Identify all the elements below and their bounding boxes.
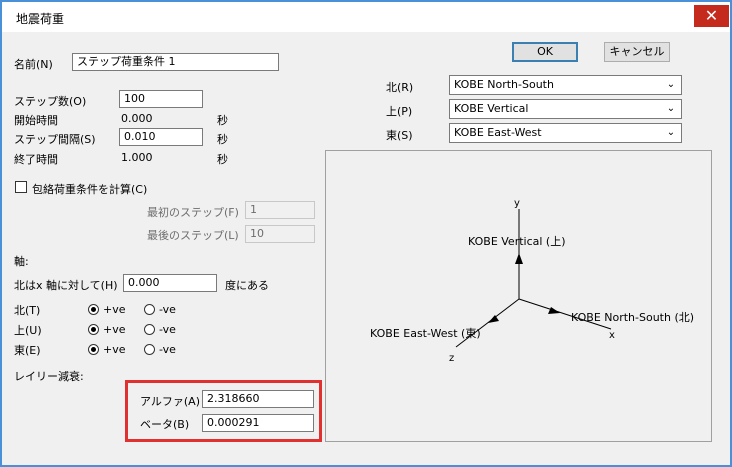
north-plus-radio[interactable]	[88, 304, 99, 315]
vertical-arrow-icon	[515, 253, 523, 264]
z-axis-label: z	[449, 353, 454, 364]
close-icon: ✕	[704, 6, 719, 25]
step-interval-unit: 秒	[217, 133, 228, 146]
up-plus-radio[interactable]	[88, 324, 99, 335]
dialog-body: OK キャンセル 名前(N) ステップ荷重条件 1 ステップ数(O) 100 開…	[2, 32, 730, 465]
ns-label: KOBE North-South (北)	[571, 311, 694, 324]
chevron-down-icon: ⌄	[666, 103, 676, 114]
north-angle-suffix: 度にある	[225, 279, 269, 292]
north-dir-value: KOBE North-South	[454, 78, 554, 91]
step-count-input[interactable]: 100	[119, 90, 203, 108]
north-angle-input[interactable]: 0.000	[123, 274, 217, 292]
north-dir-select[interactable]: KOBE North-South ⌄	[449, 75, 682, 95]
end-time-unit: 秒	[217, 153, 228, 166]
east-dir-select[interactable]: KOBE East-West ⌄	[449, 123, 682, 143]
north-minus-radio[interactable]	[144, 304, 155, 315]
up-sign-label: 上(U)	[14, 324, 42, 337]
rayleigh-heading: レイリー減衰:	[14, 370, 84, 383]
start-time-unit: 秒	[217, 114, 228, 127]
north-angle-label: 北はx 軸に対して(H)	[14, 279, 118, 292]
name-label: 名前(N)	[14, 58, 53, 71]
chevron-down-icon: ⌄	[666, 79, 676, 90]
start-time-value: 0.000	[121, 112, 153, 125]
east-plus-label[interactable]: +ve	[103, 343, 126, 356]
north-sign-label: 北(T)	[14, 304, 41, 317]
chevron-down-icon: ⌄	[666, 127, 676, 138]
x-axis-label: x	[609, 330, 615, 341]
highlight-box	[125, 380, 322, 442]
end-time-value: 1.000	[121, 151, 153, 164]
axis-preview-panel: y x z KOBE Vertical (上) KOBE North-South…	[325, 150, 712, 442]
ns-arrow-icon	[548, 307, 560, 314]
east-plus-radio[interactable]	[88, 344, 99, 355]
dialog-window: 地震荷重 ✕ OK キャンセル 名前(N) ステップ荷重条件 1 ステップ数(O…	[0, 0, 732, 467]
step-interval-label: ステップ間隔(S)	[14, 133, 96, 146]
name-input[interactable]: ステップ荷重条件 1	[72, 53, 279, 71]
up-minus-radio[interactable]	[144, 324, 155, 335]
y-axis-label: y	[514, 198, 520, 209]
envelope-label[interactable]: 包絡荷重条件を計算(C)	[32, 181, 147, 197]
ok-button[interactable]: OK	[512, 42, 578, 62]
up-minus-label[interactable]: -ve	[159, 323, 176, 336]
east-dir-label: 東(S)	[386, 129, 413, 142]
axis-heading: 軸:	[14, 255, 29, 268]
north-dir-label: 北(R)	[386, 81, 414, 94]
north-minus-label[interactable]: -ve	[159, 303, 176, 316]
ew-label: KOBE East-West (東)	[370, 327, 481, 340]
north-plus-label[interactable]: +ve	[103, 303, 126, 316]
up-dir-select[interactable]: KOBE Vertical ⌄	[449, 99, 682, 119]
up-dir-label: 上(P)	[386, 105, 413, 118]
last-step-input[interactable]: 10	[245, 225, 315, 243]
east-minus-label[interactable]: -ve	[159, 343, 176, 356]
start-time-label: 開始時間	[14, 114, 58, 127]
envelope-checkbox[interactable]	[15, 181, 27, 193]
east-sign-label: 東(E)	[14, 344, 41, 357]
first-step-input[interactable]: 1	[245, 201, 315, 219]
title-bar[interactable]: 地震荷重 ✕	[2, 2, 730, 32]
end-time-label: 終了時間	[14, 153, 58, 166]
axis-diagram: y x z KOBE Vertical (上) KOBE North-South…	[370, 198, 694, 364]
step-count-label: ステップ数(O)	[14, 95, 87, 108]
up-plus-label[interactable]: +ve	[103, 323, 126, 336]
last-step-label: 最後のステップ(L)	[147, 229, 239, 242]
cancel-button[interactable]: キャンセル	[604, 42, 670, 62]
up-dir-value: KOBE Vertical	[454, 102, 529, 115]
vertical-label: KOBE Vertical (上)	[468, 235, 566, 248]
ew-arrow-icon	[488, 315, 499, 323]
first-step-label: 最初のステップ(F)	[147, 206, 239, 219]
close-button[interactable]: ✕	[694, 5, 729, 27]
step-interval-input[interactable]: 0.010	[119, 128, 203, 146]
window-title: 地震荷重	[16, 12, 65, 26]
east-minus-radio[interactable]	[144, 344, 155, 355]
east-dir-value: KOBE East-West	[454, 126, 542, 139]
